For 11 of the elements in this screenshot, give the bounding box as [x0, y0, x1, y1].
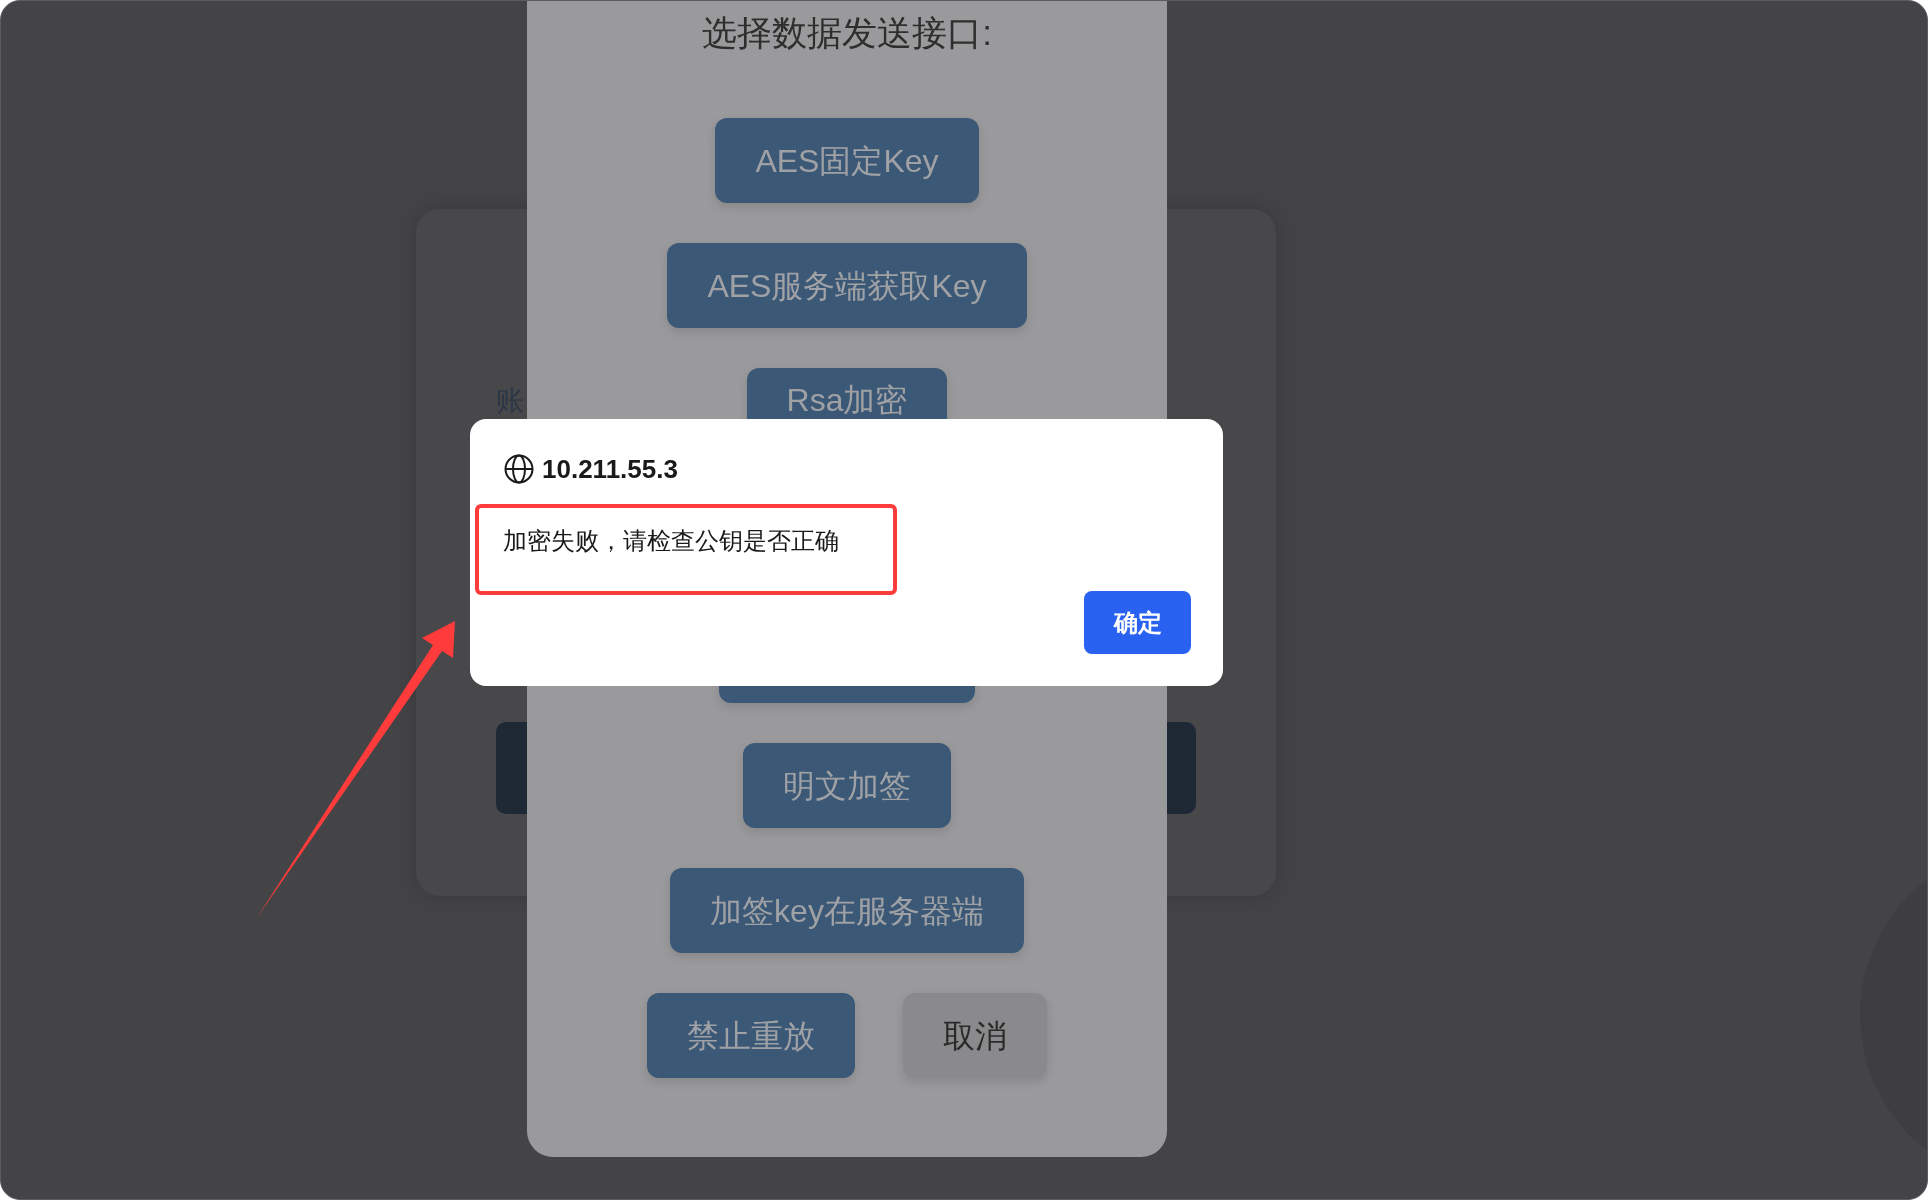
alert-origin: 10.211.55.3 [542, 454, 678, 484]
interface-button[interactable]: 明文加签 [743, 743, 951, 828]
modal-title: 选择数据发送接口: [702, 12, 992, 54]
interface-button[interactable]: AES固定Key [715, 118, 979, 203]
replay-block-button[interactable]: 禁止重放 [647, 993, 855, 1078]
cancel-button[interactable]: 取消 [903, 993, 1047, 1078]
interface-button[interactable]: AES服务端获取Key [667, 243, 1027, 328]
alert-message: 加密失败，请检查公钥是否正确 [503, 527, 839, 554]
ok-button[interactable]: 确定 [1084, 591, 1191, 654]
interface-button[interactable]: 加签key在服务器端 [670, 868, 1024, 953]
globe-icon [504, 454, 534, 484]
